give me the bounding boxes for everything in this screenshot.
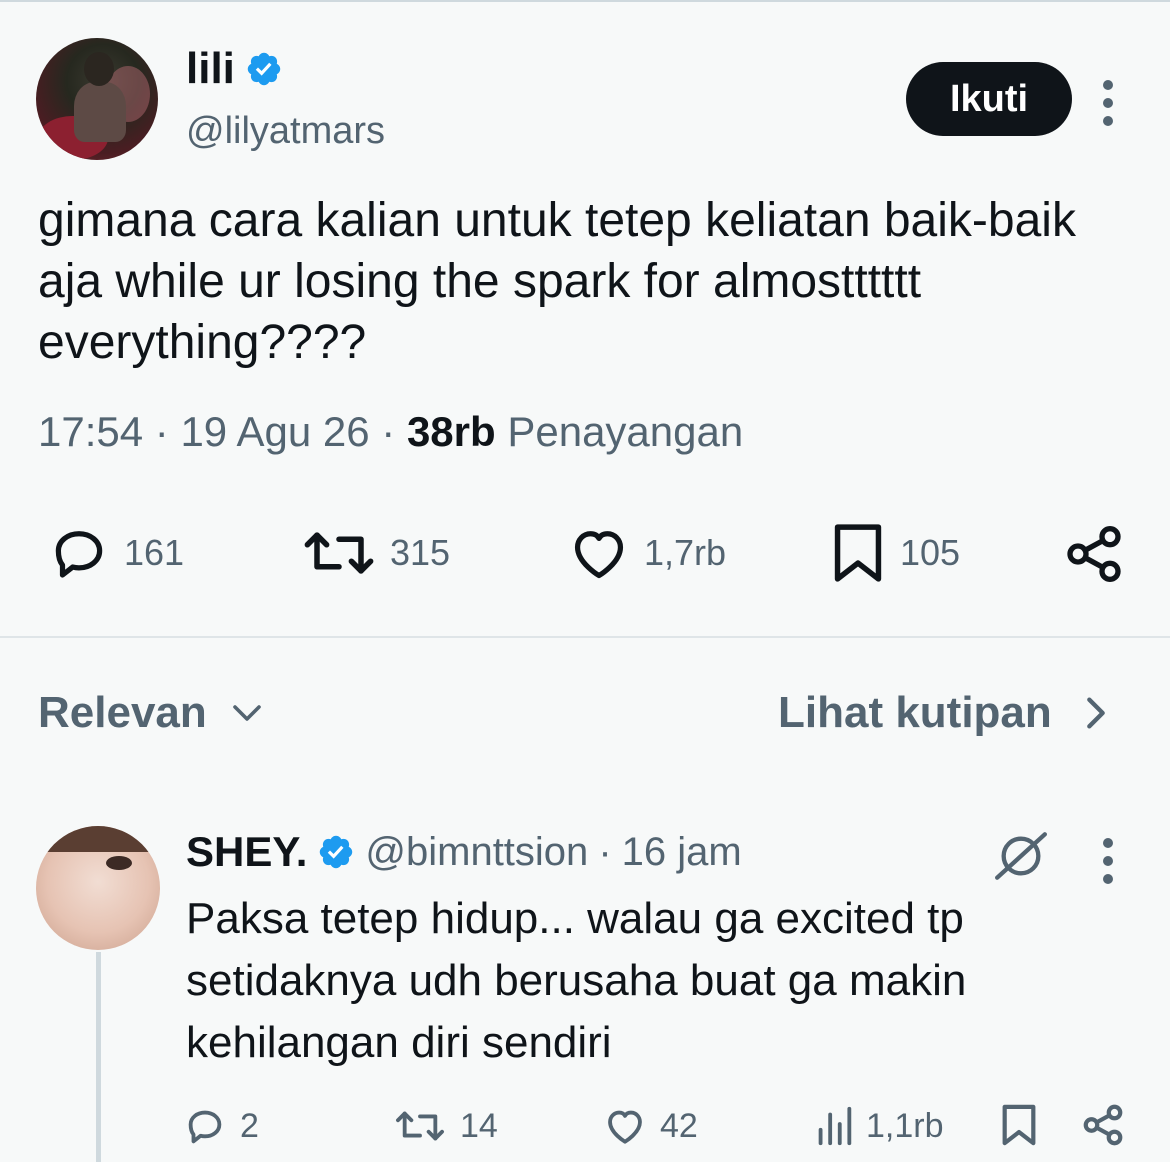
meta-separator: ·: [154, 408, 181, 455]
tweet-meta: 17:54 · 19 Agu 26 · 38rb Penayangan: [38, 408, 743, 456]
tweet-text: gimana cara kalian untuk tetep keliatan …: [38, 194, 1076, 369]
heart-icon: [608, 1110, 642, 1144]
tweet-date[interactable]: 19 Agu 26: [180, 408, 369, 455]
reply-views-count: 1,1rb: [866, 1106, 944, 1145]
bookmark-action[interactable]: 105: [828, 520, 960, 586]
retweet-icon: [304, 532, 374, 574]
reply-author-avatar[interactable]: [36, 826, 160, 950]
reply-bookmark-icon[interactable]: [998, 1100, 1040, 1154]
meta-separator: ·: [381, 408, 407, 455]
reply-action[interactable]: 161: [46, 520, 184, 586]
grok-icon[interactable]: [992, 830, 1050, 886]
follow-button[interactable]: Ikuti: [906, 62, 1072, 136]
thread-line: [96, 952, 101, 1162]
chevron-down-icon: [232, 705, 261, 721]
bookmark-icon: [834, 524, 882, 582]
section-divider: [0, 636, 1170, 638]
views-count: 38rb: [406, 408, 496, 455]
retweet-icon: [396, 1111, 444, 1141]
reply-like-count: 42: [660, 1106, 698, 1145]
reply-share-icon[interactable]: [1080, 1102, 1126, 1152]
reply-author-name[interactable]: SHEY.: [186, 828, 307, 876]
reply-time[interactable]: 16 jam: [622, 830, 742, 875]
reply-retweet-action[interactable]: 14: [392, 1100, 498, 1152]
reply-icon: [55, 531, 103, 578]
reply-header: SHEY. @bimnttsion · 16 jam: [186, 828, 742, 876]
author-avatar[interactable]: [36, 38, 158, 160]
author-name[interactable]: lili: [186, 44, 235, 94]
verified-badge-icon: [320, 835, 353, 869]
sort-label: Relevan: [38, 688, 207, 737]
like-count: 1,7rb: [644, 532, 727, 573]
more-options-icon[interactable]: [1102, 80, 1114, 126]
meta-separator: ·: [598, 829, 612, 874]
author-name-row[interactable]: lili: [186, 44, 283, 94]
reply-views-action[interactable]: 1,1rb: [814, 1100, 944, 1152]
reply-more-options-icon[interactable]: [1102, 838, 1114, 884]
tweet-time[interactable]: 17:54: [38, 408, 143, 455]
top-border: [0, 0, 1170, 2]
view-quotes-link[interactable]: Lihat kutipan: [778, 688, 1110, 738]
reply-icon: [188, 1110, 222, 1144]
reply-text: Paksa tetep hidup... walau ga excited tp…: [186, 894, 967, 1067]
chevron-right-icon: [1086, 697, 1105, 729]
share-icon[interactable]: [1062, 522, 1126, 590]
bookmark-count: 105: [900, 532, 961, 573]
reply-author-handle[interactable]: @bimnttsion: [365, 830, 588, 875]
retweet-count: 315: [390, 532, 451, 573]
reply-reply-action[interactable]: 2: [182, 1100, 259, 1152]
views-chart-icon: [818, 1106, 852, 1146]
sort-dropdown[interactable]: Relevan: [38, 688, 265, 738]
reply-retweet-count: 14: [460, 1106, 498, 1145]
reply-reply-count: 2: [240, 1106, 259, 1145]
verified-badge-icon: [247, 52, 281, 86]
views-label: Penayangan: [507, 408, 744, 455]
retweet-action[interactable]: 315: [300, 520, 450, 586]
author-handle[interactable]: @lilyatmars: [186, 110, 385, 153]
heart-icon: [574, 531, 624, 579]
reply-count: 161: [124, 532, 185, 573]
view-quotes-label: Lihat kutipan: [778, 688, 1052, 737]
reply-like-action[interactable]: 42: [602, 1100, 698, 1152]
like-action[interactable]: 1,7rb: [566, 520, 726, 586]
